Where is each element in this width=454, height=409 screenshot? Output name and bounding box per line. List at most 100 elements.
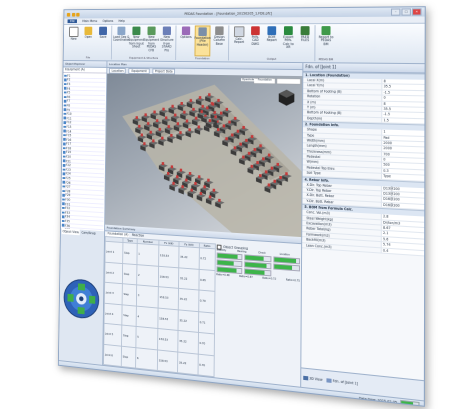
cell-fx: 158.53 — [157, 307, 179, 331]
ribbon-group-file: New Open Save File — [65, 25, 113, 60]
cell-ratio: 0.71 — [198, 311, 215, 335]
cad-dwg-button[interactable]: Pdfs. CAD DWG — [248, 25, 263, 57]
foundation-node-icon — [63, 95, 66, 99]
floppy-icon — [99, 26, 108, 36]
menu-options[interactable]: Options — [102, 19, 113, 23]
grid-icon — [117, 26, 126, 36]
foundation-node-icon — [62, 206, 65, 210]
files-icon — [300, 26, 310, 36]
ratio-label: Ratio=0.68 — [216, 273, 230, 278]
foundation-node-icon — [63, 121, 66, 124]
options-icon — [181, 26, 191, 36]
ribbon-group-foundation: Options Foundation (Pile Header) Design … — [176, 25, 230, 61]
export-calc-button[interactable]: Export Pdfs. Calc to XR — [281, 25, 296, 57]
foundation-node-icon — [63, 142, 66, 146]
property-value[interactable]: 8 — [381, 79, 425, 85]
tab-fdn-of-joint[interactable]: Fdn. of [Joint 1] — [326, 378, 358, 386]
new-button[interactable]: New — [67, 26, 80, 56]
property-value[interactable]: 8 — [381, 101, 425, 107]
status-text: Data time: 2015-02-05 — [358, 395, 398, 405]
foundation-3d-scene[interactable] — [105, 74, 303, 238]
foundation-node-icon — [62, 168, 65, 171]
ribbon: New Open Save File Load Geo & Coordinate… — [63, 23, 425, 65]
foundation-node-icon — [63, 117, 66, 120]
menu-help[interactable]: Help — [118, 19, 124, 23]
window-title: PEDAS Foundation - [Foundation_20150205_… — [184, 10, 272, 16]
cell-name: Joint 1 — [104, 241, 123, 264]
open-button[interactable]: Open — [82, 26, 95, 56]
ribbon-group-pedas-bm: Report to PEDAS BM PEDAS BM — [316, 25, 335, 61]
navigation-compass[interactable] — [58, 233, 105, 365]
cell-name: Joint 6 — [103, 343, 122, 367]
load-geo-button[interactable]: Load Geo & Coordinates — [113, 26, 130, 56]
foundation-node-icon — [63, 108, 66, 111]
foundation-node-icon — [61, 215, 65, 218]
open-icon[interactable] — [71, 12, 75, 17]
property-value[interactable]: 0 — [381, 95, 425, 102]
3d-view-icon — [303, 375, 309, 381]
cell-fx: 158.53 — [158, 245, 179, 268]
foundation-node-icon — [63, 125, 66, 128]
maximize-button[interactable]: □ — [401, 8, 411, 16]
3d-viewport[interactable]: Openhole Foundation — [105, 73, 303, 238]
cell-ratio: 0.76 — [197, 353, 215, 377]
foundation-node-icon — [63, 138, 66, 141]
cell-ratio: 0.79 — [198, 290, 215, 313]
foundation-node-icon — [62, 181, 65, 184]
paed-files-button[interactable]: PAED FILES — [297, 25, 312, 57]
cell-type: Slap — [121, 304, 137, 327]
menu-main[interactable]: Main Menu — [82, 19, 97, 23]
new-file-icon — [69, 26, 79, 37]
calc-report-button[interactable]: Calc. Report — [232, 25, 247, 56]
group-label: Equipment & Structure — [129, 55, 159, 60]
cell-fz: 35.22 — [177, 309, 199, 333]
foundation-node-icon — [64, 78, 67, 82]
options-button[interactable]: Options — [179, 25, 193, 56]
cell-fx: 158.53 — [157, 349, 178, 373]
report-to-pedas-bm-button[interactable]: Report to PEDAS BM — [318, 25, 333, 57]
foundation-node-icon — [63, 91, 67, 94]
cell-name: Joint 3 — [104, 282, 123, 305]
foundation-node-icon — [64, 82, 67, 86]
close-button[interactable]: × — [411, 8, 422, 16]
bom-report-button[interactable]: BOM Report — [264, 25, 279, 57]
design-column-base-button[interactable]: Design Column Base — [212, 25, 226, 56]
cell-number: 6 — [135, 347, 158, 371]
group-label: PEDAS BM — [318, 57, 334, 62]
new-structure-button[interactable]: New Structure from STAAD Pro — [160, 26, 174, 57]
foundation-node-icon — [62, 151, 66, 154]
check-bar — [272, 263, 300, 272]
property-value[interactable]: 35.5 — [381, 106, 425, 113]
main-area: Object Explorer Equipment (A) F1 F2 F3 F4 F5… — [58, 60, 425, 401]
ribbon-group-equipment: Load Geo & Coordinates New Equipment fro… — [112, 25, 177, 61]
property-value[interactable]: -1.5 — [381, 90, 425, 96]
object-tree[interactable]: F1 F2 F3 F4 F5 F6 F7 F8 F9 F10 F11 F12 F13 F14 F15 F16 F… — [60, 72, 107, 232]
foundation-table: Type Number Fx (kN) Fz (kN) Ratio Joint … — [103, 236, 216, 377]
cell-type: Slap — [122, 242, 138, 265]
cell-ratio: 0.72 — [198, 247, 216, 271]
save-button[interactable]: Save — [96, 26, 109, 56]
foundation-node-icon — [62, 193, 65, 197]
foundation-node-icon — [63, 87, 67, 90]
new-equipment-input-button[interactable]: New Equipment from Input Sheet — [129, 26, 144, 56]
new-equipment-cfd-button[interactable]: New Equipment from PEDAS CFD — [144, 26, 159, 56]
foundation-node-icon — [63, 134, 66, 137]
foundation-node-icon — [62, 202, 65, 206]
ratio-label: Ratio=0.75 — [285, 278, 300, 283]
compass-icon[interactable] — [62, 276, 101, 321]
app-icon — [66, 12, 71, 17]
minimize-button[interactable]: – — [390, 8, 401, 16]
foundation-node-icon — [62, 198, 65, 201]
view-tab-openhole[interactable]: Openhole — [241, 78, 256, 82]
equipment-icon — [132, 26, 141, 36]
property-value[interactable]: 35.5 — [381, 84, 425, 90]
tab-3d-view[interactable]: 3D View — [303, 375, 322, 382]
foundation-button[interactable]: Foundation (Pile Header) — [194, 25, 211, 57]
cell-fz: 35.22 — [178, 288, 199, 312]
view-tab-foundation[interactable]: Foundation — [256, 78, 273, 82]
menu-file[interactable]: File — [67, 19, 78, 24]
ribbon-group-output: Calc. Report Pdfs. CAD DWG BOM Report Ex… — [229, 25, 316, 62]
view-cube-icon[interactable] — [278, 89, 295, 106]
group-label: File — [85, 55, 90, 60]
foundation-node-icon — [62, 164, 65, 167]
